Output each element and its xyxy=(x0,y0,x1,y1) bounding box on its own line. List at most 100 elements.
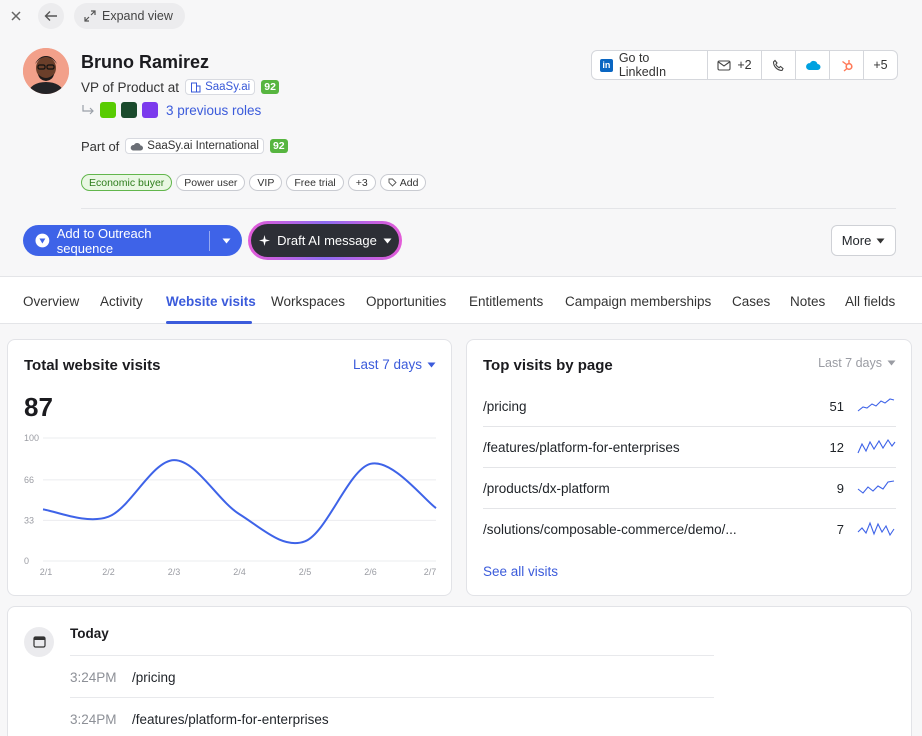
visit-url: /pricing xyxy=(132,670,176,685)
phone-button[interactable] xyxy=(762,51,796,79)
tag-power-user[interactable]: Power user xyxy=(176,174,246,191)
page-row[interactable]: /products/dx-platform 9 xyxy=(483,468,896,509)
x-tick-label: 2/6 xyxy=(364,567,377,577)
visit-url: /features/platform-for-enterprises xyxy=(132,712,329,727)
data-point xyxy=(238,512,242,516)
top-pages-card: Top visits by page Last 7 days /pricing … xyxy=(466,339,912,596)
total-visits-range-dropdown[interactable]: Last 7 days xyxy=(353,357,436,372)
visits-line-chart: 100 66 33 0 2/1 2/2 2/3 2/4 2/5 2/6 2/7 xyxy=(24,433,438,577)
tab-all-fields[interactable]: All fields xyxy=(845,294,895,309)
sparkline-icon xyxy=(857,438,896,454)
y-tick-label: 66 xyxy=(24,475,34,485)
salesforce-icon xyxy=(805,60,820,70)
caret-down-icon xyxy=(876,238,885,243)
add-to-outreach-button[interactable]: Add to Outreach sequence xyxy=(23,225,209,256)
expand-icon xyxy=(84,10,96,22)
page-row[interactable]: /features/platform-for-enterprises 12 xyxy=(483,427,896,468)
tab-campaign-memberships[interactable]: Campaign memberships xyxy=(565,294,711,309)
person-name: Bruno Ramirez xyxy=(81,52,210,72)
page-path: /features/platform-for-enterprises xyxy=(483,440,680,455)
arrow-left-icon xyxy=(44,11,57,21)
linkedin-label: Go to LinkedIn xyxy=(618,51,667,79)
parent-company-name: SaaSy.ai International xyxy=(147,140,259,152)
data-point xyxy=(303,539,307,543)
y-tick-label: 33 xyxy=(24,515,34,525)
instacart-logo-icon xyxy=(121,102,137,118)
data-point xyxy=(41,507,45,511)
tab-opportunities[interactable]: Opportunities xyxy=(366,294,446,309)
salesforce-button[interactable] xyxy=(796,51,830,79)
data-point xyxy=(107,515,111,519)
tab-entitlements[interactable]: Entitlements xyxy=(469,294,543,309)
data-point xyxy=(434,506,438,510)
more-button[interactable]: More xyxy=(831,225,896,256)
tag-economic-buyer[interactable]: Economic buyer xyxy=(81,174,173,191)
page-count: 9 xyxy=(836,481,844,496)
tab-overview[interactable]: Overview xyxy=(23,294,79,309)
x-tick-label: 2/3 xyxy=(168,567,181,577)
add-tag-label: Add xyxy=(399,176,419,189)
tag-icon xyxy=(388,178,397,187)
top-pages-range-dropdown[interactable]: Last 7 days xyxy=(818,356,896,370)
company-chip[interactable]: SaaSy.ai xyxy=(185,79,256,95)
visit-time: 3:24PM xyxy=(70,670,117,685)
expand-view-label: Expand view xyxy=(102,9,173,23)
visits-timeline-card: Today 3:24PM /pricing 3:24PM /features/p… xyxy=(7,606,912,736)
caret-down-icon xyxy=(427,362,436,367)
hubspot-button[interactable] xyxy=(830,51,864,79)
visit-row[interactable]: 3:24PM /pricing xyxy=(70,655,714,696)
linkedin-icon: in xyxy=(600,58,613,72)
tab-workspaces[interactable]: Workspaces xyxy=(271,294,345,309)
see-all-visits-link[interactable]: See all visits xyxy=(483,564,558,579)
duolingo-logo-icon xyxy=(100,102,116,118)
back-button[interactable] xyxy=(38,3,64,29)
expand-view-button[interactable]: Expand view xyxy=(74,3,185,29)
tag-free-trial[interactable]: Free trial xyxy=(286,174,344,191)
tag-vip[interactable]: VIP xyxy=(249,174,283,191)
top-pages-title: Top visits by page xyxy=(483,357,613,374)
page-row[interactable]: /pricing 51 xyxy=(483,386,896,427)
parent-score-badge: 92 xyxy=(269,139,288,153)
company-name: SaaSy.ai xyxy=(205,81,251,93)
outreach-dropdown-button[interactable] xyxy=(210,225,242,256)
previous-roles-link[interactable]: 3 previous roles xyxy=(166,103,261,118)
tab-cases[interactable]: Cases xyxy=(732,294,770,309)
page-count: 51 xyxy=(829,399,844,414)
visit-row[interactable]: 3:24PM /features/platform-for-enterprise… xyxy=(70,697,714,736)
page-path: /products/dx-platform xyxy=(483,481,610,496)
visit-time: 3:24PM xyxy=(70,712,117,727)
tab-website-visits[interactable]: Website visits xyxy=(166,294,256,309)
sparkline-icon xyxy=(857,480,895,494)
tab-notes[interactable]: Notes xyxy=(790,294,825,309)
go-to-linkedin-button[interactable]: in Go to LinkedIn xyxy=(592,51,708,79)
outreach-split-button: Add to Outreach sequence xyxy=(23,225,242,256)
add-tag-button[interactable]: Add xyxy=(379,174,427,191)
parent-company-chip[interactable]: SaaSy.ai International xyxy=(125,138,264,154)
draft-ai-message-button[interactable]: Draft AI message xyxy=(248,221,402,260)
draft-ai-label: Draft AI message xyxy=(277,233,377,248)
email-button[interactable]: +2 xyxy=(708,51,762,79)
x-tick-label: 2/2 xyxy=(102,567,115,577)
outreach-label: Add to Outreach sequence xyxy=(56,225,152,256)
browser-window-icon xyxy=(24,627,54,657)
contact-actions-group: in Go to LinkedIn +2 +5 xyxy=(591,50,898,80)
timeline-group-label: Today xyxy=(70,626,109,641)
page-count: 7 xyxy=(836,522,844,537)
page-path: /solutions/composable-commerce/demo/... xyxy=(483,522,737,537)
header-divider xyxy=(81,208,896,209)
outreach-icon xyxy=(35,233,50,248)
avatar xyxy=(23,48,69,94)
tag-more-count[interactable]: +3 xyxy=(347,174,376,191)
close-icon[interactable] xyxy=(3,3,29,29)
page-row[interactable]: /solutions/composable-commerce/demo/... … xyxy=(483,509,896,550)
building-icon xyxy=(191,82,201,92)
total-visits-value: 87 xyxy=(24,392,53,422)
tab-activity[interactable]: Activity xyxy=(100,294,143,309)
job-title-row: VP of Product at SaaSy.ai 92 xyxy=(81,79,279,95)
draft-ai-inner: Draft AI message xyxy=(251,224,399,257)
caret-down-icon xyxy=(383,238,392,243)
more-integrations-button[interactable]: +5 xyxy=(864,51,897,79)
visits-series-line xyxy=(42,459,437,545)
mail-icon xyxy=(717,59,731,71)
sparkline-icon xyxy=(857,398,895,412)
